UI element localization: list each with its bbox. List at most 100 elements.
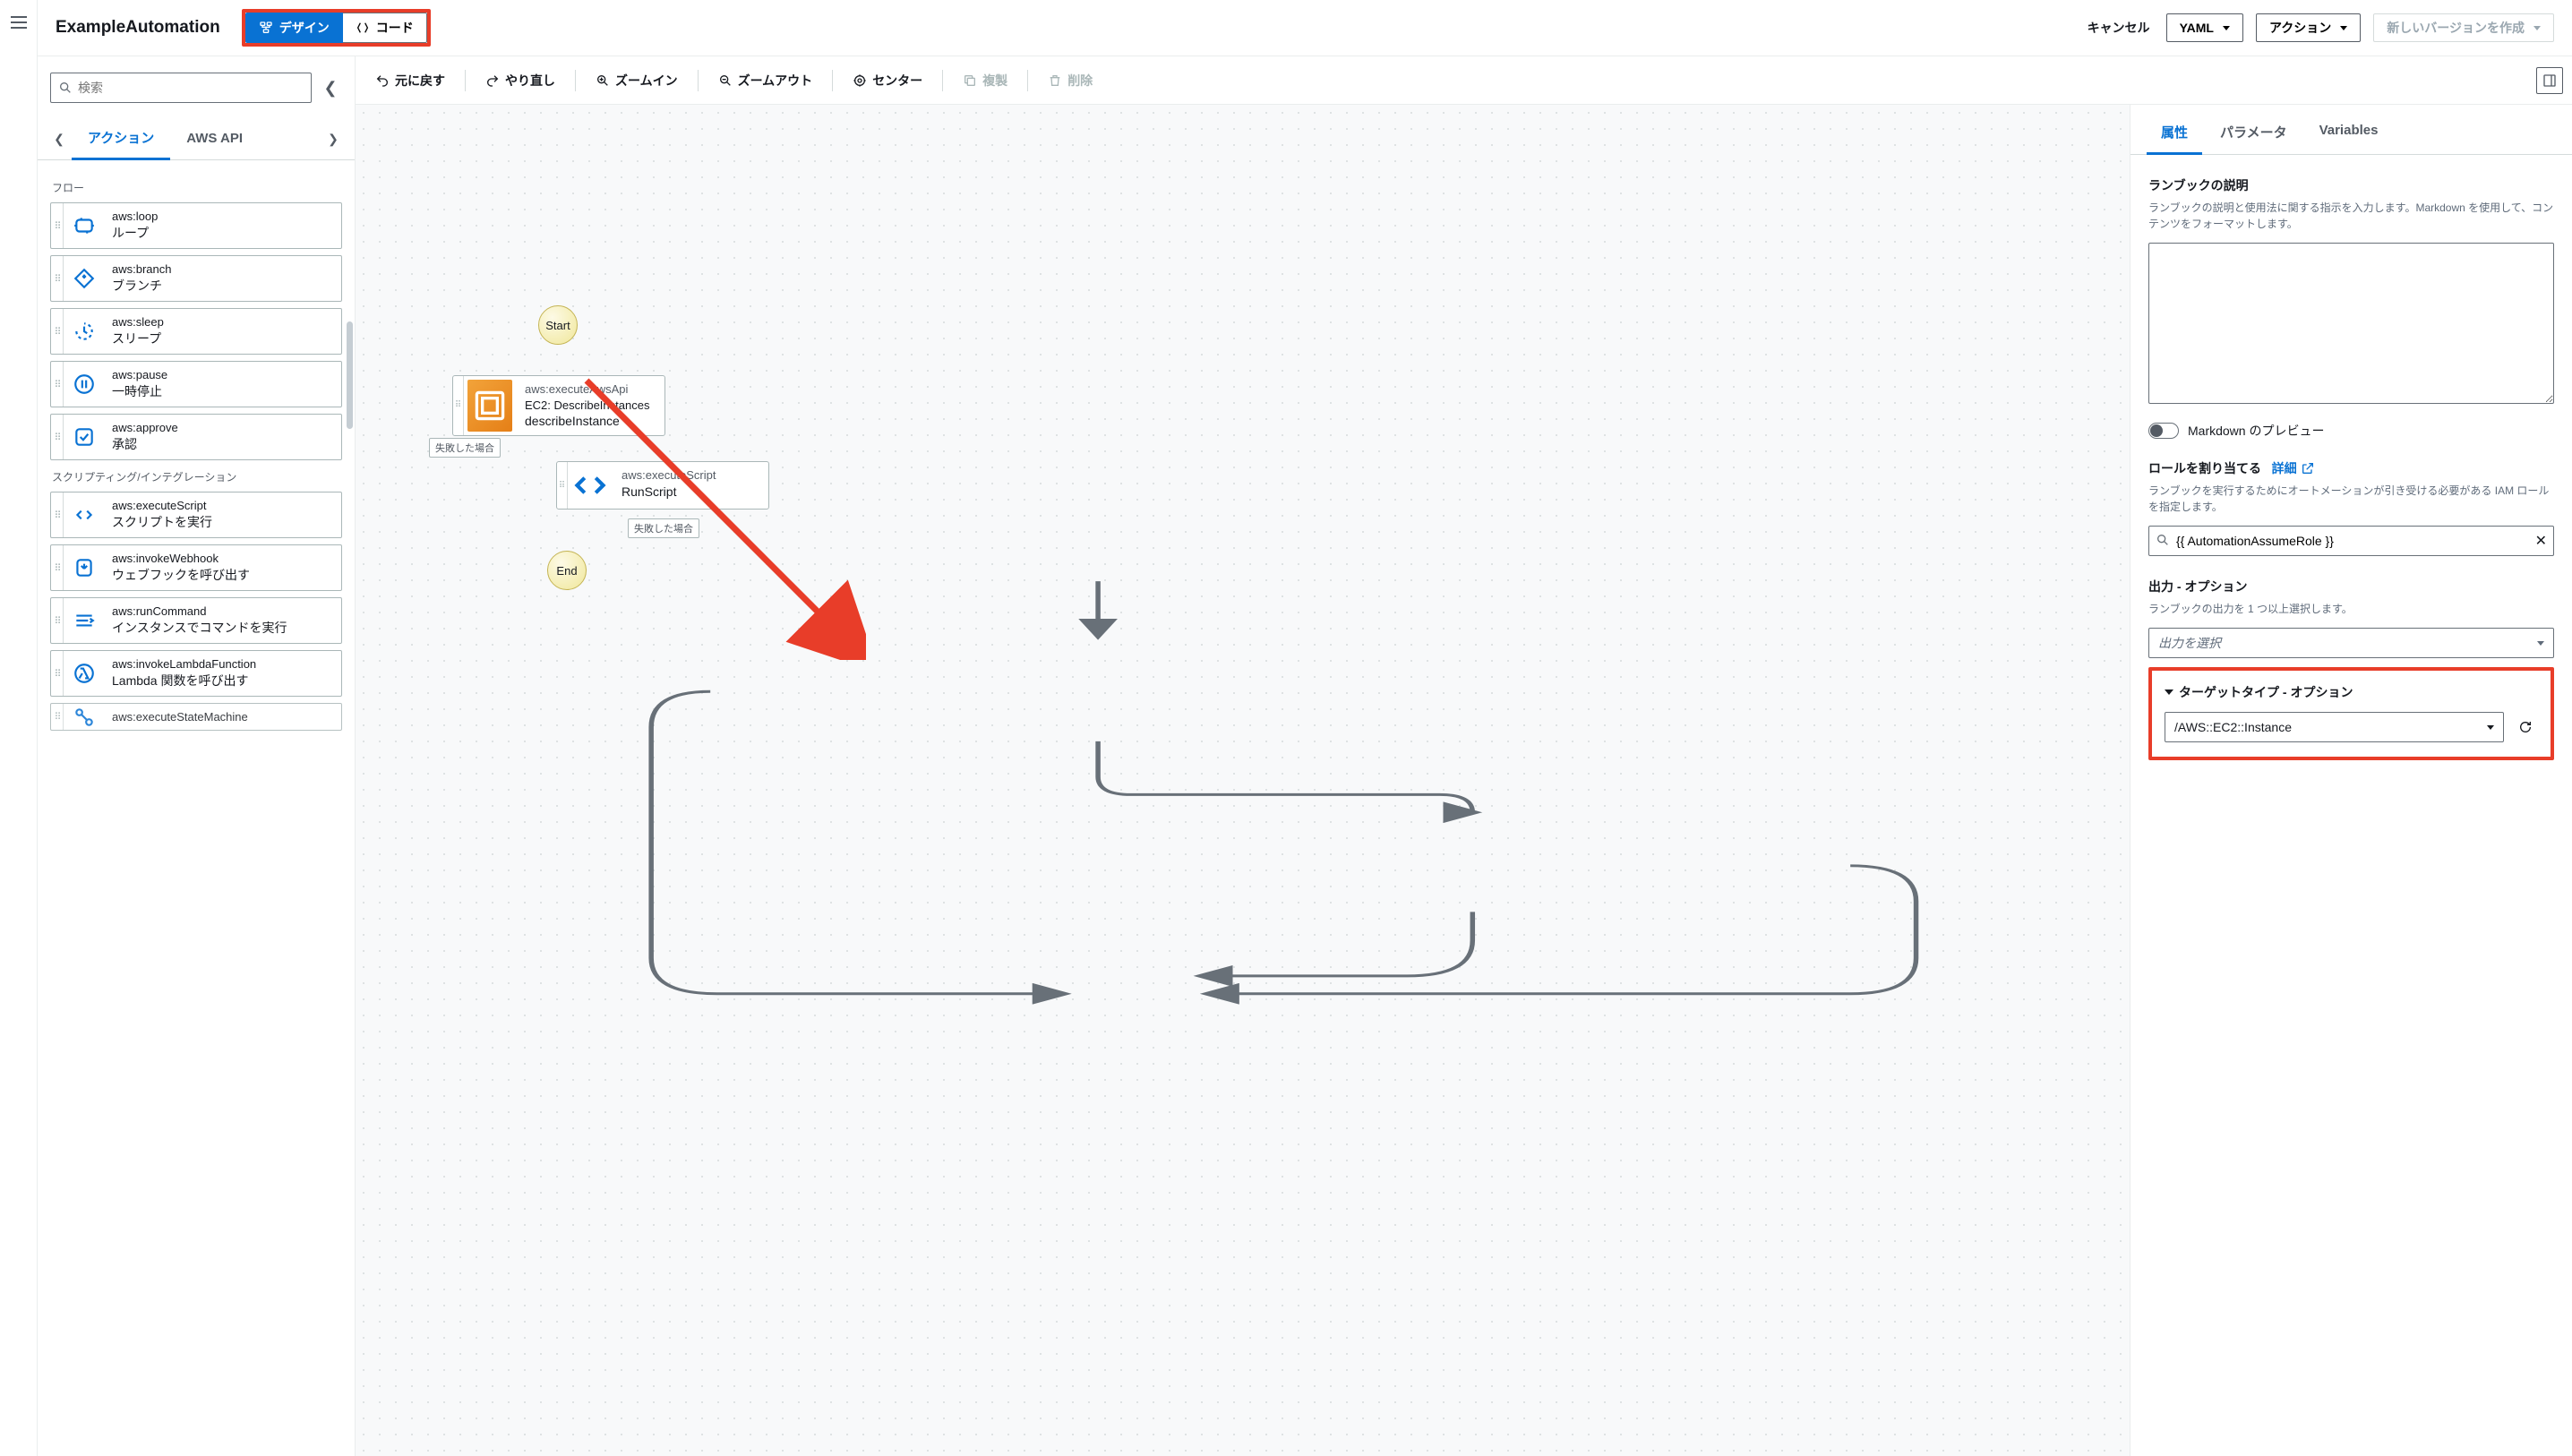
design-icon xyxy=(259,21,273,35)
chevron-down-icon xyxy=(2487,725,2494,730)
section-flow: フロー xyxy=(52,180,342,195)
drag-handle-icon: ⠿ xyxy=(51,309,64,354)
outputs-help: ランブックの出力を 1 つ以上選択します。 xyxy=(2148,601,2554,617)
step-run-script[interactable]: ⠿ aws:executeScript RunScript xyxy=(556,461,769,510)
drag-handle-icon: ⠿ xyxy=(557,462,568,509)
search-input[interactable] xyxy=(78,73,304,102)
action-pause[interactable]: ⠿ aws:pause一時停止 xyxy=(50,361,342,407)
document-title: ExampleAutomation xyxy=(56,18,220,38)
script-icon xyxy=(73,503,96,527)
tabs-scroll-right[interactable]: ❯ xyxy=(321,124,346,155)
search-icon xyxy=(58,81,73,95)
create-version-label: 新しいバージョンを作成 xyxy=(2387,19,2525,37)
edge-label-fail-1: 失敗した場合 xyxy=(429,438,501,458)
actions-label: アクション xyxy=(2269,19,2331,37)
clear-icon[interactable]: ✕ xyxy=(2535,532,2547,550)
markdown-preview-toggle[interactable] xyxy=(2148,423,2179,439)
external-link-icon xyxy=(2301,461,2315,475)
run-command-icon xyxy=(73,609,96,632)
drag-handle-icon: ⠿ xyxy=(51,203,64,248)
chevron-down-icon xyxy=(2537,641,2544,646)
action-execute-script[interactable]: ⠿ aws:executeScriptスクリプトを実行 xyxy=(50,492,342,538)
role-label: ロールを割り当てる 詳細 xyxy=(2148,459,2554,477)
webhook-icon xyxy=(73,556,96,579)
hamburger-menu[interactable] xyxy=(11,16,27,29)
refresh-target-types[interactable] xyxy=(2513,715,2538,740)
toolbar-settings-button[interactable] xyxy=(2536,67,2563,94)
duplicate-icon xyxy=(963,73,977,88)
loop-icon xyxy=(73,214,96,237)
zoom-in-button[interactable]: ズームイン xyxy=(585,66,689,95)
center-button[interactable]: センター xyxy=(842,66,933,95)
canvas-toolbar: 元に戻す やり直し ズームイン ズームアウト xyxy=(356,56,2572,105)
edge-label-fail-2: 失敗した場合 xyxy=(628,518,699,538)
delete-button: 削除 xyxy=(1037,66,1103,95)
zoom-out-button[interactable]: ズームアウト xyxy=(707,66,824,95)
outputs-label: 出力 - オプション xyxy=(2148,578,2554,595)
action-loop[interactable]: ⠿ aws:loopループ xyxy=(50,202,342,249)
chevron-down-icon xyxy=(2533,26,2541,30)
chevron-down-icon xyxy=(2223,26,2230,30)
end-node[interactable]: End xyxy=(547,551,587,590)
delete-icon xyxy=(1048,73,1062,88)
action-invoke-lambda[interactable]: ⠿ aws:invokeLambdaFunctionLambda 関数を呼び出す xyxy=(50,650,342,697)
action-branch[interactable]: ⠿ aws:branchブランチ xyxy=(50,255,342,302)
collapse-left-panel[interactable]: ❮ xyxy=(319,79,342,98)
canvas[interactable]: Start ⠿ aws:executeAwsApi EC2: DescribeI… xyxy=(356,105,2130,1456)
design-tab-button[interactable]: デザイン xyxy=(245,13,343,43)
action-execute-state-machine[interactable]: ⠿ aws:executeStateMachine xyxy=(50,703,342,731)
tab-variables[interactable]: Variables xyxy=(2305,114,2393,154)
start-node[interactable]: Start xyxy=(538,305,578,345)
assume-role-input[interactable] xyxy=(2148,526,2554,556)
drag-handle-icon: ⠿ xyxy=(51,545,64,590)
outputs-select[interactable]: 出力を選択 xyxy=(2148,628,2554,658)
create-version-button[interactable]: 新しいバージョンを作成 xyxy=(2373,13,2554,42)
right-panel: 属性 パラメータ Variables ランブックの説明 ランブックの説明と使用法… xyxy=(2130,105,2572,1456)
tabs-scroll-left[interactable]: ❮ xyxy=(47,124,72,155)
target-type-section-toggle[interactable]: ターゲットタイプ - オプション xyxy=(2165,683,2538,701)
action-run-command[interactable]: ⠿ aws:runCommandインスタンスでコマンドを実行 xyxy=(50,597,342,644)
scrollbar[interactable] xyxy=(347,321,353,429)
drag-handle-icon: ⠿ xyxy=(51,362,64,407)
description-help: ランブックの説明と使用法に関する指示を入力します。Markdown を使用して、… xyxy=(2148,200,2554,232)
action-invoke-webhook[interactable]: ⠿ aws:invokeWebhookウェブフックを呼び出す xyxy=(50,544,342,591)
markdown-preview-label: Markdown のプレビュー xyxy=(2188,422,2324,440)
triangle-down-icon xyxy=(2165,689,2173,695)
drag-handle-icon: ⠿ xyxy=(51,256,64,301)
cancel-button[interactable]: キャンセル xyxy=(2084,13,2154,42)
undo-button[interactable]: 元に戻す xyxy=(364,66,456,95)
drag-handle-icon: ⠿ xyxy=(51,651,64,696)
tab-parameters[interactable]: パラメータ xyxy=(2206,114,2302,154)
top-header: ExampleAutomation デザイン コード キャンセル YAML アク… xyxy=(38,0,2572,56)
role-details-link[interactable]: 詳細 xyxy=(2272,459,2315,477)
action-approve[interactable]: ⠿ aws:approve承認 xyxy=(50,414,342,460)
script-icon xyxy=(568,463,613,508)
drag-handle-icon: ⠿ xyxy=(453,376,464,435)
layout-icon xyxy=(2542,73,2557,88)
redo-button[interactable]: やり直し xyxy=(475,66,566,95)
chevron-down-icon xyxy=(2340,26,2347,30)
pause-icon xyxy=(73,373,96,396)
code-tab-button[interactable]: コード xyxy=(343,13,427,43)
tab-actions[interactable]: アクション xyxy=(72,119,170,160)
approve-icon xyxy=(73,425,96,449)
view-mode-toggle: デザイン コード xyxy=(242,9,431,47)
aws-api-icon xyxy=(467,383,512,428)
zoom-in-icon xyxy=(596,73,610,88)
undo-icon xyxy=(375,73,390,88)
role-help: ランブックを実行するためにオートメーションが引き受ける必要がある IAM ロール… xyxy=(2148,483,2554,515)
tab-aws-api[interactable]: AWS API xyxy=(170,122,259,157)
action-sleep[interactable]: ⠿ aws:sleepスリープ xyxy=(50,308,342,355)
target-type-select[interactable]: /AWS::EC2::Instance xyxy=(2165,712,2504,742)
format-select[interactable]: YAML xyxy=(2166,13,2243,42)
actions-dropdown[interactable]: アクション xyxy=(2256,13,2361,42)
drag-handle-icon: ⠿ xyxy=(51,415,64,459)
refresh-icon xyxy=(2518,720,2533,734)
branch-icon xyxy=(73,267,96,290)
description-textarea[interactable] xyxy=(2148,243,2554,404)
step-describe-instance[interactable]: ⠿ aws:executeAwsApi EC2: DescribeInstanc… xyxy=(452,375,665,436)
zoom-out-icon xyxy=(718,73,733,88)
search-box[interactable] xyxy=(50,73,312,103)
section-scripting: スクリプティング/インテグレーション xyxy=(52,469,342,484)
tab-attributes[interactable]: 属性 xyxy=(2147,114,2202,155)
